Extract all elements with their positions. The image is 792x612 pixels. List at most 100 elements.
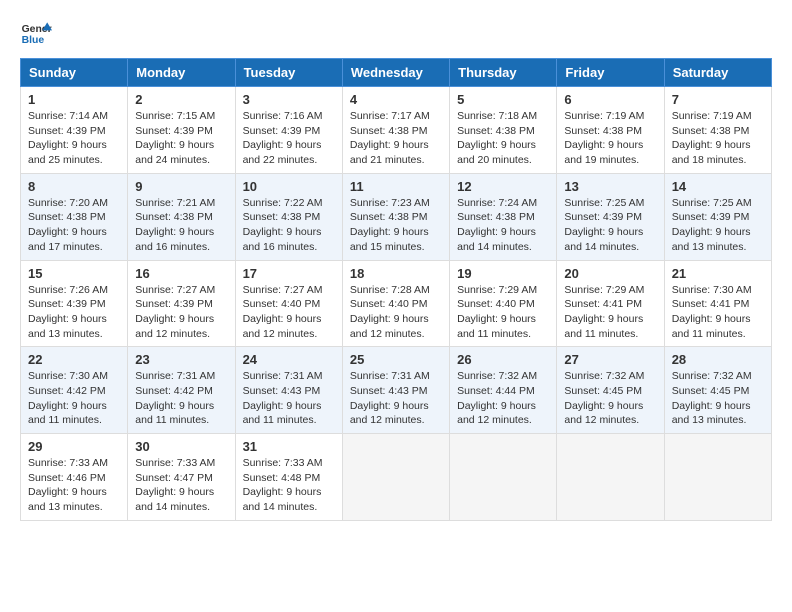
cell-content: Sunrise: 7:18 AMSunset: 4:38 PMDaylight:… [457, 110, 537, 166]
cell-content: Sunrise: 7:32 AMSunset: 4:45 PMDaylight:… [564, 370, 644, 426]
calendar-week-row: 1 Sunrise: 7:14 AMSunset: 4:39 PMDayligh… [21, 87, 772, 174]
day-of-week-header: Thursday [450, 59, 557, 87]
cell-content: Sunrise: 7:16 AMSunset: 4:39 PMDaylight:… [243, 110, 323, 166]
day-of-week-header: Monday [128, 59, 235, 87]
calendar-cell: 17 Sunrise: 7:27 AMSunset: 4:40 PMDaylig… [235, 260, 342, 347]
cell-content: Sunrise: 7:21 AMSunset: 4:38 PMDaylight:… [135, 197, 215, 253]
cell-content: Sunrise: 7:25 AMSunset: 4:39 PMDaylight:… [672, 197, 752, 253]
cell-content: Sunrise: 7:27 AMSunset: 4:39 PMDaylight:… [135, 284, 215, 340]
cell-content: Sunrise: 7:17 AMSunset: 4:38 PMDaylight:… [350, 110, 430, 166]
day-number: 25 [350, 352, 442, 367]
day-number: 30 [135, 439, 227, 454]
cell-content: Sunrise: 7:23 AMSunset: 4:38 PMDaylight:… [350, 197, 430, 253]
cell-content: Sunrise: 7:33 AMSunset: 4:47 PMDaylight:… [135, 457, 215, 513]
cell-content: Sunrise: 7:32 AMSunset: 4:45 PMDaylight:… [672, 370, 752, 426]
calendar-cell: 8 Sunrise: 7:20 AMSunset: 4:38 PMDayligh… [21, 173, 128, 260]
cell-content: Sunrise: 7:32 AMSunset: 4:44 PMDaylight:… [457, 370, 537, 426]
cell-content: Sunrise: 7:28 AMSunset: 4:40 PMDaylight:… [350, 284, 430, 340]
calendar-cell: 27 Sunrise: 7:32 AMSunset: 4:45 PMDaylig… [557, 347, 664, 434]
calendar-table: SundayMondayTuesdayWednesdayThursdayFrid… [20, 58, 772, 521]
day-of-week-header: Tuesday [235, 59, 342, 87]
day-of-week-header: Saturday [664, 59, 771, 87]
day-number: 1 [28, 92, 120, 107]
day-of-week-header: Friday [557, 59, 664, 87]
svg-text:Blue: Blue [22, 35, 45, 46]
calendar-cell: 3 Sunrise: 7:16 AMSunset: 4:39 PMDayligh… [235, 87, 342, 174]
calendar-cell: 14 Sunrise: 7:25 AMSunset: 4:39 PMDaylig… [664, 173, 771, 260]
calendar-week-row: 29 Sunrise: 7:33 AMSunset: 4:46 PMDaylig… [21, 434, 772, 521]
logo: General Blue [20, 16, 52, 48]
calendar-cell-empty [450, 434, 557, 521]
calendar-cell: 25 Sunrise: 7:31 AMSunset: 4:43 PMDaylig… [342, 347, 449, 434]
cell-content: Sunrise: 7:20 AMSunset: 4:38 PMDaylight:… [28, 197, 108, 253]
calendar-week-row: 15 Sunrise: 7:26 AMSunset: 4:39 PMDaylig… [21, 260, 772, 347]
day-number: 28 [672, 352, 764, 367]
calendar-cell: 30 Sunrise: 7:33 AMSunset: 4:47 PMDaylig… [128, 434, 235, 521]
calendar-cell: 19 Sunrise: 7:29 AMSunset: 4:40 PMDaylig… [450, 260, 557, 347]
cell-content: Sunrise: 7:19 AMSunset: 4:38 PMDaylight:… [564, 110, 644, 166]
day-number: 12 [457, 179, 549, 194]
calendar-cell: 16 Sunrise: 7:27 AMSunset: 4:39 PMDaylig… [128, 260, 235, 347]
calendar-cell: 11 Sunrise: 7:23 AMSunset: 4:38 PMDaylig… [342, 173, 449, 260]
cell-content: Sunrise: 7:14 AMSunset: 4:39 PMDaylight:… [28, 110, 108, 166]
day-number: 4 [350, 92, 442, 107]
cell-content: Sunrise: 7:29 AMSunset: 4:40 PMDaylight:… [457, 284, 537, 340]
calendar-week-row: 8 Sunrise: 7:20 AMSunset: 4:38 PMDayligh… [21, 173, 772, 260]
logo-icon: General Blue [20, 16, 52, 48]
day-number: 22 [28, 352, 120, 367]
day-number: 5 [457, 92, 549, 107]
calendar-cell: 1 Sunrise: 7:14 AMSunset: 4:39 PMDayligh… [21, 87, 128, 174]
cell-content: Sunrise: 7:22 AMSunset: 4:38 PMDaylight:… [243, 197, 323, 253]
page-header: General Blue [20, 16, 772, 48]
day-number: 8 [28, 179, 120, 194]
calendar-header-row: SundayMondayTuesdayWednesdayThursdayFrid… [21, 59, 772, 87]
cell-content: Sunrise: 7:30 AMSunset: 4:41 PMDaylight:… [672, 284, 752, 340]
day-number: 7 [672, 92, 764, 107]
day-number: 19 [457, 266, 549, 281]
cell-content: Sunrise: 7:24 AMSunset: 4:38 PMDaylight:… [457, 197, 537, 253]
calendar-cell: 13 Sunrise: 7:25 AMSunset: 4:39 PMDaylig… [557, 173, 664, 260]
cell-content: Sunrise: 7:33 AMSunset: 4:46 PMDaylight:… [28, 457, 108, 513]
day-number: 21 [672, 266, 764, 281]
cell-content: Sunrise: 7:19 AMSunset: 4:38 PMDaylight:… [672, 110, 752, 166]
calendar-cell: 24 Sunrise: 7:31 AMSunset: 4:43 PMDaylig… [235, 347, 342, 434]
cell-content: Sunrise: 7:31 AMSunset: 4:43 PMDaylight:… [350, 370, 430, 426]
calendar-cell: 7 Sunrise: 7:19 AMSunset: 4:38 PMDayligh… [664, 87, 771, 174]
day-number: 26 [457, 352, 549, 367]
calendar-cell: 6 Sunrise: 7:19 AMSunset: 4:38 PMDayligh… [557, 87, 664, 174]
day-number: 18 [350, 266, 442, 281]
calendar-cell: 18 Sunrise: 7:28 AMSunset: 4:40 PMDaylig… [342, 260, 449, 347]
day-number: 13 [564, 179, 656, 194]
calendar-week-row: 22 Sunrise: 7:30 AMSunset: 4:42 PMDaylig… [21, 347, 772, 434]
day-number: 23 [135, 352, 227, 367]
day-of-week-header: Wednesday [342, 59, 449, 87]
calendar-cell: 23 Sunrise: 7:31 AMSunset: 4:42 PMDaylig… [128, 347, 235, 434]
calendar-cell-empty [342, 434, 449, 521]
cell-content: Sunrise: 7:15 AMSunset: 4:39 PMDaylight:… [135, 110, 215, 166]
day-number: 6 [564, 92, 656, 107]
calendar-cell: 15 Sunrise: 7:26 AMSunset: 4:39 PMDaylig… [21, 260, 128, 347]
calendar-cell: 28 Sunrise: 7:32 AMSunset: 4:45 PMDaylig… [664, 347, 771, 434]
cell-content: Sunrise: 7:27 AMSunset: 4:40 PMDaylight:… [243, 284, 323, 340]
day-number: 24 [243, 352, 335, 367]
day-number: 14 [672, 179, 764, 194]
calendar-cell: 22 Sunrise: 7:30 AMSunset: 4:42 PMDaylig… [21, 347, 128, 434]
calendar-cell: 10 Sunrise: 7:22 AMSunset: 4:38 PMDaylig… [235, 173, 342, 260]
day-number: 16 [135, 266, 227, 281]
day-number: 10 [243, 179, 335, 194]
cell-content: Sunrise: 7:26 AMSunset: 4:39 PMDaylight:… [28, 284, 108, 340]
day-number: 3 [243, 92, 335, 107]
cell-content: Sunrise: 7:29 AMSunset: 4:41 PMDaylight:… [564, 284, 644, 340]
calendar-cell: 21 Sunrise: 7:30 AMSunset: 4:41 PMDaylig… [664, 260, 771, 347]
calendar-cell: 29 Sunrise: 7:33 AMSunset: 4:46 PMDaylig… [21, 434, 128, 521]
cell-content: Sunrise: 7:30 AMSunset: 4:42 PMDaylight:… [28, 370, 108, 426]
calendar-cell: 31 Sunrise: 7:33 AMSunset: 4:48 PMDaylig… [235, 434, 342, 521]
day-number: 17 [243, 266, 335, 281]
day-number: 15 [28, 266, 120, 281]
calendar-cell-empty [664, 434, 771, 521]
day-number: 31 [243, 439, 335, 454]
cell-content: Sunrise: 7:25 AMSunset: 4:39 PMDaylight:… [564, 197, 644, 253]
calendar-cell: 12 Sunrise: 7:24 AMSunset: 4:38 PMDaylig… [450, 173, 557, 260]
calendar-cell-empty [557, 434, 664, 521]
calendar-cell: 9 Sunrise: 7:21 AMSunset: 4:38 PMDayligh… [128, 173, 235, 260]
